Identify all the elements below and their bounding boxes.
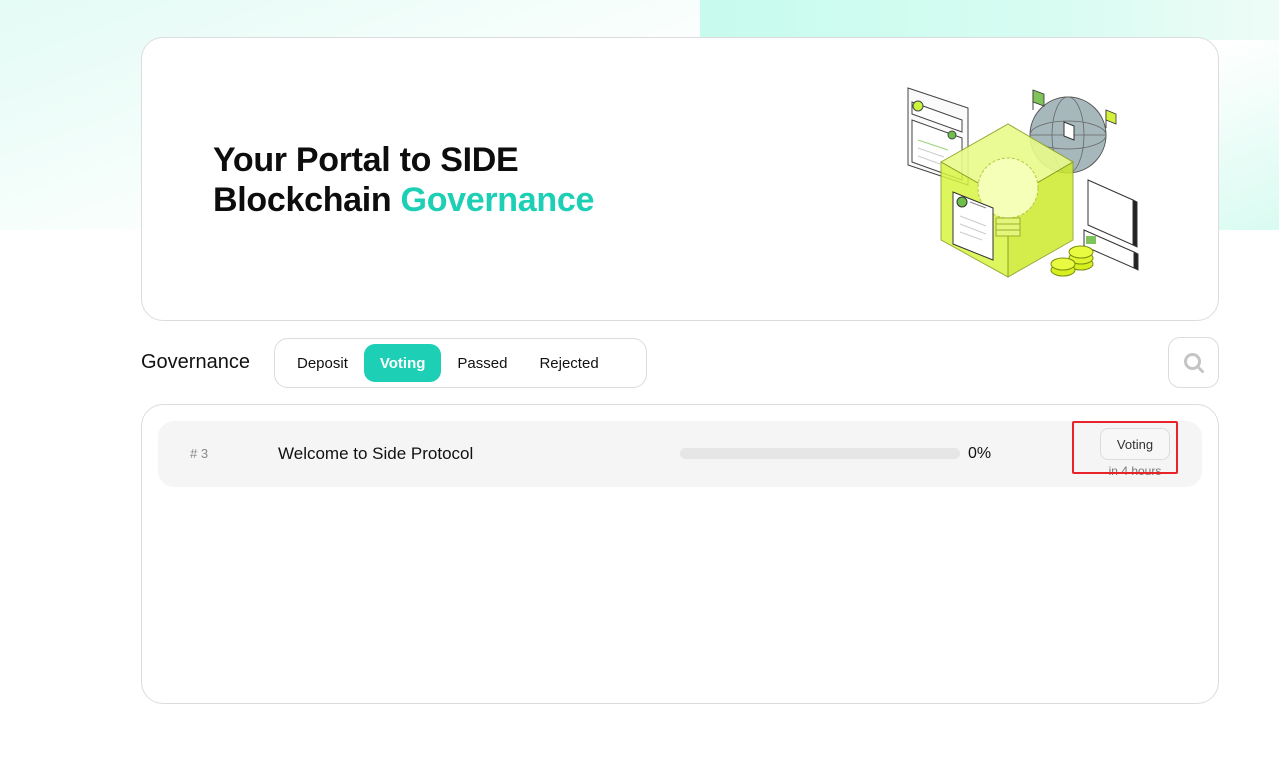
proposal-list: # 3 Welcome to Side Protocol 0% in 4 hou… (141, 404, 1219, 704)
proposal-id: # 3 (190, 446, 209, 461)
tab-passed[interactable]: Passed (441, 344, 523, 382)
background-gradient-top (700, 0, 1279, 40)
proposal-status-tabs: Deposit Voting Passed Rejected (274, 338, 647, 388)
proposal-status-button[interactable]: Voting (1100, 428, 1170, 460)
hero-title: Your Portal to SIDE Blockchain Governanc… (213, 140, 594, 220)
search-icon (1183, 352, 1204, 373)
hero-title-accent: Governance (400, 181, 595, 219)
proposal-row[interactable]: # 3 Welcome to Side Protocol 0% in 4 hou… (158, 421, 1202, 487)
hero-title-line1: Your Portal to SIDE (213, 141, 519, 179)
governance-heading: Governance (141, 351, 250, 373)
tab-voting[interactable]: Voting (363, 344, 442, 382)
hero-banner: Your Portal to SIDE Blockchain Governanc… (141, 37, 1219, 321)
vote-progress-percent: 0% (968, 445, 992, 462)
search-button[interactable] (1168, 337, 1219, 388)
proposal-title[interactable]: Welcome to Side Protocol (278, 444, 473, 464)
tab-rejected[interactable]: Rejected (523, 344, 614, 382)
vote-progress-bar (680, 448, 960, 459)
proposal-time-remaining: in 4 hours (1108, 464, 1162, 478)
governance-illustration (907, 87, 1139, 278)
hero-title-line2: Blockchain (213, 181, 392, 219)
coins-icon (1050, 245, 1094, 277)
tab-deposit[interactable]: Deposit (281, 344, 364, 382)
